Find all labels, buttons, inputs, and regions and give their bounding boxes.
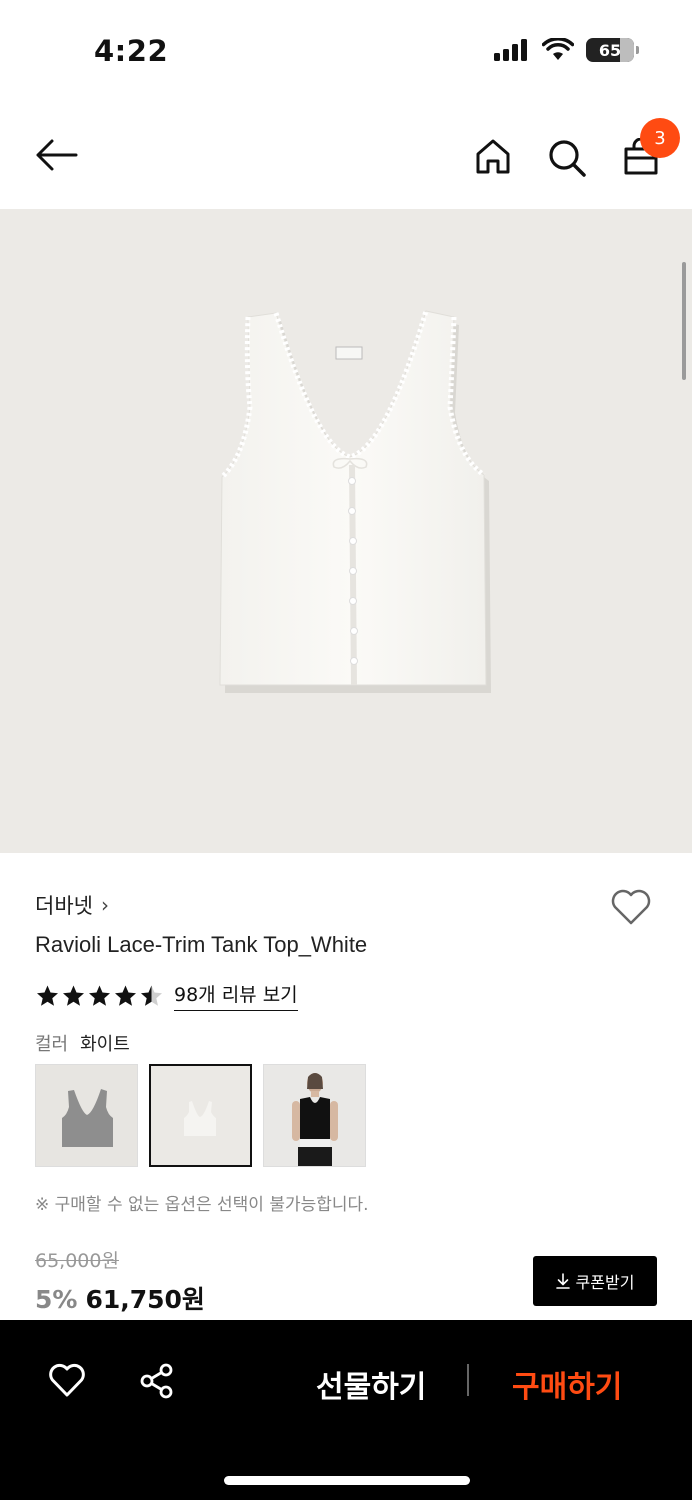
star-half-icon xyxy=(141,985,162,1006)
option-notice: ※ 구매할 수 없는 옵션은 선택이 불가능합니다. xyxy=(35,1195,369,1215)
tank-top-image xyxy=(219,310,491,693)
home-indicator[interactable] xyxy=(224,1476,470,1485)
cart-count-badge: 3 xyxy=(640,118,680,158)
bottom-wishlist-button[interactable] xyxy=(48,1362,86,1402)
original-price: 65,000원 xyxy=(35,1250,119,1272)
color-row: 컬러 화이트 xyxy=(35,1030,130,1056)
wifi-icon xyxy=(542,38,574,60)
review-link[interactable]: 98개 리뷰 보기 xyxy=(174,980,298,1011)
share-icon xyxy=(140,1363,173,1399)
product-title: Ravioli Lace-Trim Tank Top_White xyxy=(35,932,368,957)
top-nav: 3 xyxy=(0,110,692,205)
star-icon xyxy=(63,985,84,1006)
home-icon xyxy=(476,139,510,174)
star-icon xyxy=(89,985,110,1006)
chevron-right-icon: › xyxy=(100,893,109,917)
product-image[interactable] xyxy=(0,209,692,853)
share-button[interactable] xyxy=(138,1362,176,1404)
color-swatches xyxy=(35,1064,366,1167)
heart-outline-icon xyxy=(49,1363,85,1397)
search-button[interactable] xyxy=(547,138,587,178)
star-icon xyxy=(115,985,136,1006)
coupon-button[interactable]: 쿠폰받기 xyxy=(533,1256,657,1306)
star-rating xyxy=(35,984,164,1008)
buy-button[interactable]: 구매하기 xyxy=(512,1362,622,1406)
divider xyxy=(467,1364,469,1396)
status-time: 4:22 xyxy=(94,34,169,68)
color-label: 컬러 xyxy=(35,1034,69,1055)
signal-icon xyxy=(494,39,527,61)
arrow-left-icon xyxy=(36,139,78,171)
sale-price: 61,750원 xyxy=(85,1285,205,1314)
download-icon xyxy=(555,1273,570,1289)
gray-tank-thumbnail xyxy=(36,1065,137,1166)
rating-row: 98개 리뷰 보기 xyxy=(35,980,298,1011)
battery-indicator: 65 xyxy=(586,38,639,62)
color-value: 화이트 xyxy=(80,1034,130,1055)
black-tank-model-thumbnail xyxy=(264,1065,365,1166)
search-icon xyxy=(549,140,586,177)
swatch-white[interactable] xyxy=(149,1064,252,1167)
gift-button[interactable]: 선물하기 xyxy=(316,1362,426,1406)
white-tank-thumbnail xyxy=(151,1066,250,1165)
swatch-black[interactable] xyxy=(263,1064,366,1167)
status-bar: 4:22 65 xyxy=(0,0,692,100)
status-icons: 65 xyxy=(494,38,639,62)
brand-name: 더바넷 xyxy=(35,894,93,918)
brand-link[interactable]: 더바넷 › xyxy=(35,890,109,920)
wishlist-button[interactable] xyxy=(610,888,652,930)
coupon-label: 쿠폰받기 xyxy=(575,1273,635,1292)
scroll-indicator[interactable] xyxy=(682,262,686,380)
bottom-action-bar: 선물하기 구매하기 xyxy=(0,1320,692,1500)
heart-outline-icon xyxy=(611,889,651,925)
swatch-gray[interactable] xyxy=(35,1064,138,1167)
home-button[interactable] xyxy=(474,138,512,176)
cart-button[interactable]: 3 xyxy=(622,118,680,176)
discount-rate: 5% xyxy=(35,1285,78,1314)
back-button[interactable] xyxy=(34,138,78,172)
price-row: 5% 61,750원 xyxy=(35,1280,205,1316)
battery-level: 65 xyxy=(598,40,622,60)
star-icon xyxy=(37,985,58,1006)
